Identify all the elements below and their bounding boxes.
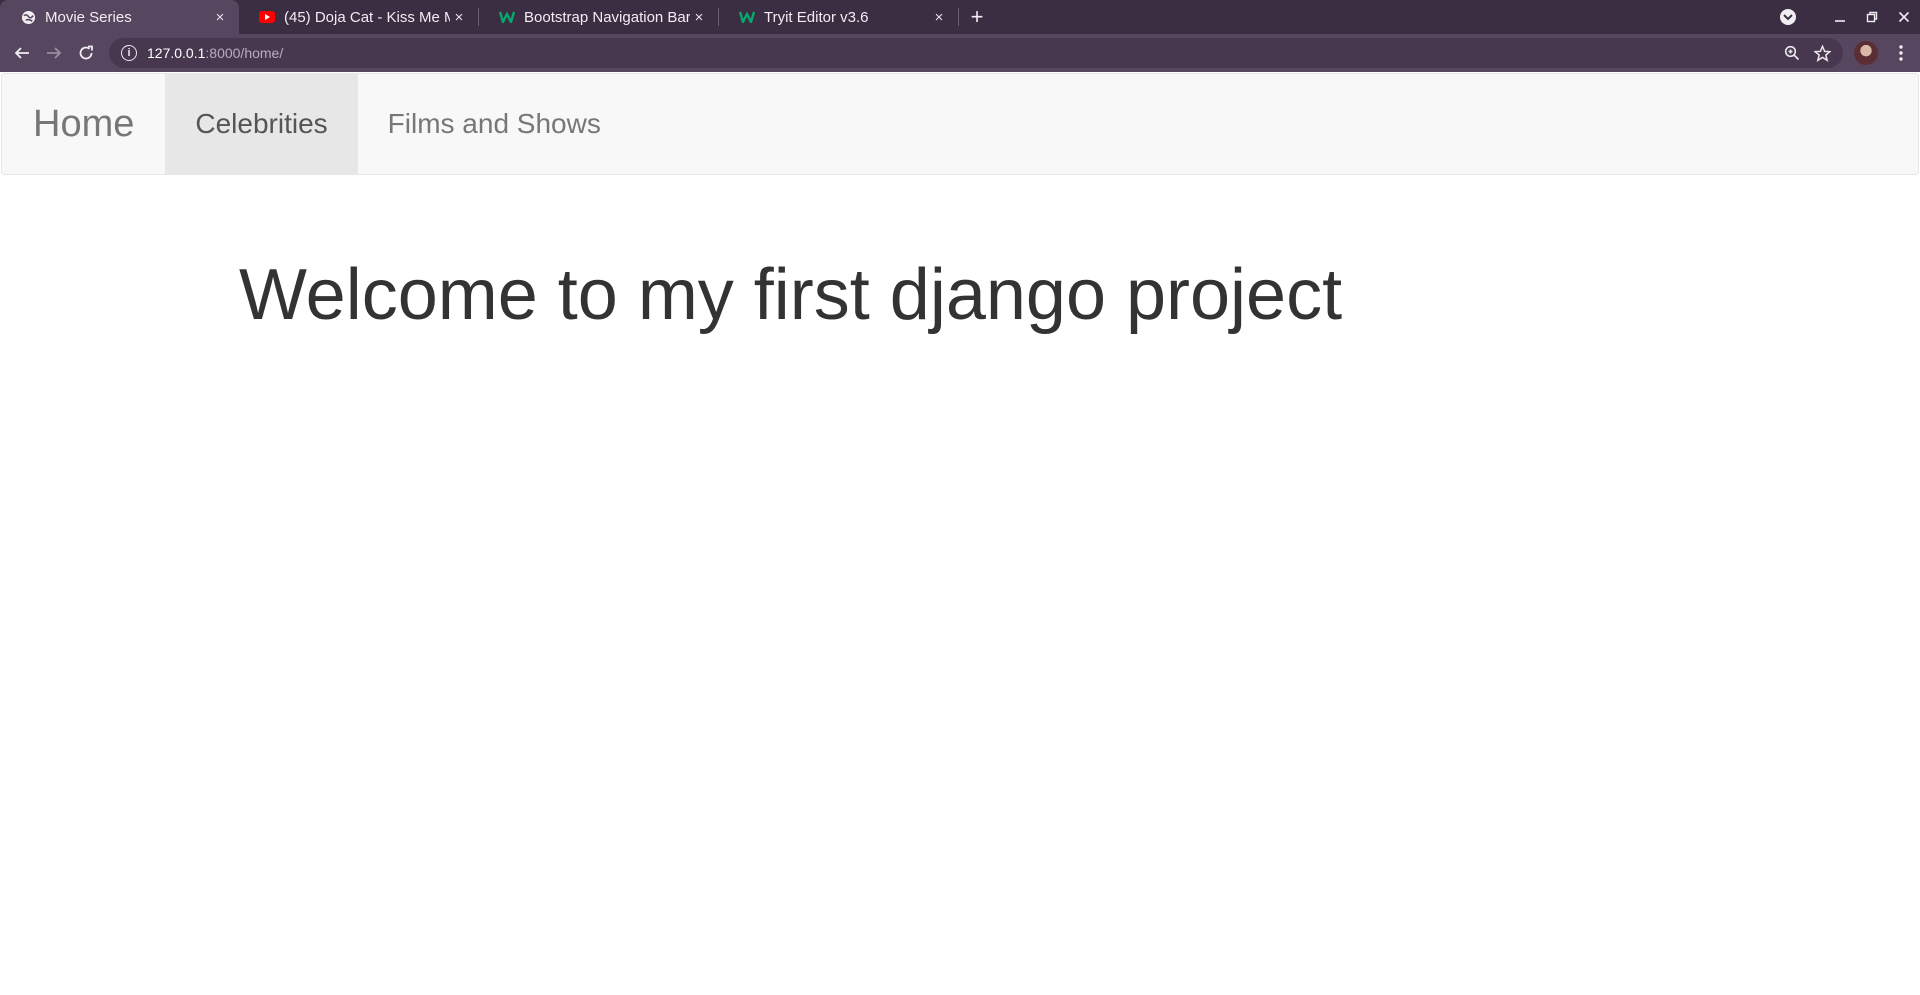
nav-link-celebrities[interactable]: Celebrities xyxy=(165,74,358,174)
page-viewport: Home Celebrities Films and Shows Welcome… xyxy=(0,72,1920,995)
reload-button[interactable] xyxy=(70,37,102,69)
arrow-right-icon xyxy=(47,47,62,59)
tab-movie-series[interactable]: Movie Series × xyxy=(0,0,239,34)
nav-link-films-and-shows[interactable]: Films and Shows xyxy=(358,74,631,174)
site-navbar: Home Celebrities Films and Shows xyxy=(1,73,1919,175)
address-bar[interactable]: i 127.0.0.1:8000/home/ xyxy=(109,38,1843,68)
youtube-icon xyxy=(259,9,275,25)
tab-tryit-editor[interactable]: Tryit Editor v3.6 × xyxy=(719,0,958,34)
info-icon[interactable]: i xyxy=(121,45,137,61)
kebab-menu-icon xyxy=(1899,45,1903,61)
browser-toolbar: i 127.0.0.1:8000/home/ xyxy=(0,34,1920,72)
browser-menu-button[interactable] xyxy=(1886,38,1916,68)
globe-icon xyxy=(20,9,36,25)
close-tab-icon[interactable]: × xyxy=(690,9,708,26)
tab-bootstrap-navbar[interactable]: Bootstrap Navigation Bar × xyxy=(479,0,718,34)
tab-search-button[interactable] xyxy=(1772,0,1804,34)
w3schools-icon xyxy=(739,9,755,25)
profile-avatar[interactable] xyxy=(1854,41,1878,65)
forward-button[interactable] xyxy=(38,37,70,69)
new-tab-button[interactable]: + xyxy=(959,0,995,34)
close-icon xyxy=(1898,11,1910,23)
chevron-down-icon xyxy=(1780,9,1796,25)
close-tab-icon[interactable]: × xyxy=(211,9,229,26)
close-window-button[interactable] xyxy=(1888,0,1920,34)
w3schools-icon xyxy=(499,9,515,25)
close-tab-icon[interactable]: × xyxy=(450,9,468,26)
arrow-left-icon xyxy=(14,47,29,59)
minimize-button[interactable] xyxy=(1824,0,1856,34)
close-tab-icon[interactable]: × xyxy=(930,9,948,26)
tab-strip: Movie Series × (45) Doja Cat - Kiss Me M… xyxy=(0,0,1920,34)
url-host: 127.0.0.1 xyxy=(147,45,206,61)
tab-title: Bootstrap Navigation Bar xyxy=(524,8,690,26)
restore-button[interactable] xyxy=(1856,0,1888,34)
zoom-icon[interactable] xyxy=(1784,45,1800,61)
page-heading: Welcome to my first django project xyxy=(239,255,1343,335)
restore-icon xyxy=(1866,11,1878,23)
minimize-icon xyxy=(1835,20,1845,22)
tab-title: Movie Series xyxy=(45,8,132,26)
address-bar-actions xyxy=(1784,38,1831,68)
window-controls xyxy=(1772,0,1920,34)
tab-title: Tryit Editor v3.6 xyxy=(764,8,869,26)
back-button[interactable] xyxy=(6,37,38,69)
bookmark-star-icon[interactable] xyxy=(1814,44,1831,62)
reload-icon xyxy=(79,45,93,60)
navbar-brand-home[interactable]: Home xyxy=(2,74,165,174)
tab-doja-cat[interactable]: (45) Doja Cat - Kiss Me Mo × xyxy=(239,0,478,34)
tab-title: (45) Doja Cat - Kiss Me Mo xyxy=(284,8,450,26)
url-path: :8000/home/ xyxy=(205,45,284,61)
